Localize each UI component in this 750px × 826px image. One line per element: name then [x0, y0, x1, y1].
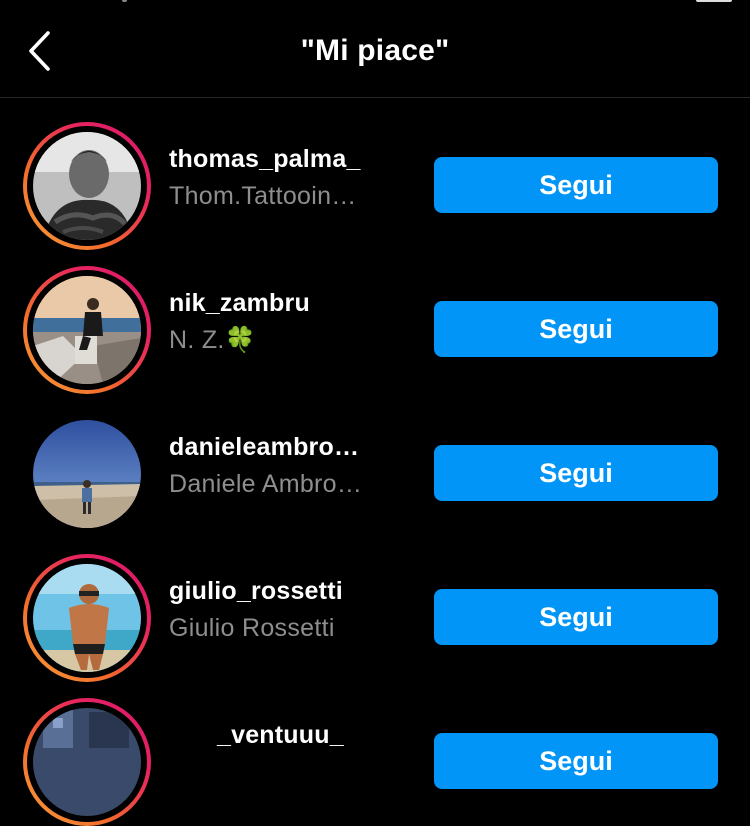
story-ring[interactable]	[23, 554, 151, 682]
full-name: Thom.Tattooin…	[169, 182, 357, 210]
avatar[interactable]	[33, 708, 141, 816]
story-ring[interactable]	[23, 698, 151, 826]
avatar[interactable]	[33, 420, 141, 528]
username[interactable]: giulio_rossetti	[169, 575, 419, 607]
list-item[interactable]: giulio_rossetti Giulio Rossetti Segui	[0, 531, 750, 682]
list-item[interactable]: danieleambro… Daniele Ambro… Segui	[0, 387, 750, 531]
full-name: N. Z.🍀	[169, 326, 257, 354]
username[interactable]: nik_zambru	[169, 287, 419, 319]
follow-button[interactable]: Segui	[434, 445, 718, 501]
page-title: "Mi piace"	[300, 34, 450, 67]
follow-button[interactable]: Segui	[434, 301, 718, 357]
username[interactable]: danieleambro…	[169, 431, 419, 463]
username[interactable]: thomas_palma_	[169, 143, 419, 175]
list-item[interactable]: _ventuuu_ Segui	[0, 675, 750, 826]
avatar[interactable]	[33, 276, 141, 384]
header: "Mi piace"	[0, 0, 750, 98]
list-item[interactable]: thomas_palma_ Thom.Tattooin… Segui	[0, 99, 750, 250]
story-ring[interactable]	[23, 266, 151, 394]
follow-button[interactable]: Segui	[434, 733, 718, 789]
full-name: Daniele Ambro…	[169, 470, 363, 498]
avatar[interactable]	[33, 132, 141, 240]
follow-button[interactable]: Segui	[434, 589, 718, 645]
avatar-container[interactable]	[23, 410, 151, 538]
avatar[interactable]	[33, 564, 141, 672]
follow-button[interactable]: Segui	[434, 157, 718, 213]
story-ring[interactable]	[23, 122, 151, 250]
full-name: Giulio Rossetti	[169, 614, 335, 642]
list-item[interactable]: nik_zambru N. Z.🍀 Segui	[0, 243, 750, 394]
username[interactable]: _ventuuu_	[169, 719, 419, 751]
